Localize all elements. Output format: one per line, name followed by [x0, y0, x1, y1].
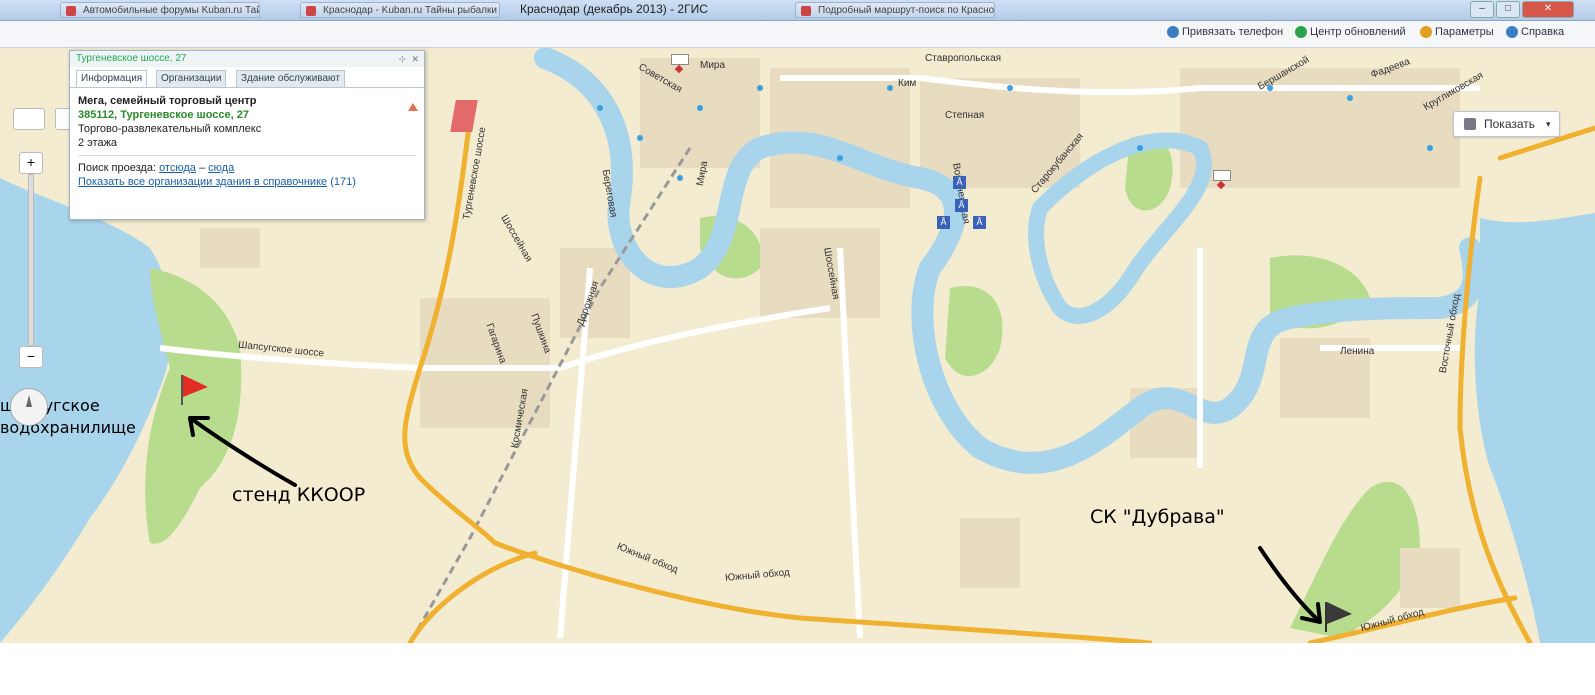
chevron-down-icon: ▾	[1546, 119, 1551, 129]
zoom-out-button[interactable]: −	[19, 346, 43, 368]
bus-stop-icon[interactable]	[671, 54, 689, 74]
landmark-icon[interactable]: Å	[973, 216, 986, 229]
tab-favicon	[66, 6, 76, 16]
help-button[interactable]: Справка	[1506, 26, 1564, 38]
stand-annotation: стенд ККООР	[232, 484, 366, 506]
compass-icon[interactable]	[10, 388, 48, 426]
zoom-slider[interactable]	[28, 174, 34, 346]
window-titlebar: Автомобильные форумы Kuban.ru Тайны Крас…	[0, 0, 1595, 21]
browser-tab-2[interactable]: Краснодар - Kuban.ru Тайны рыбалки	[300, 2, 500, 18]
place-address: 385112, Тургеневское шоссе, 27	[78, 109, 249, 121]
info-panel-header: Тургеневское шоссе, 27 ⊹ ✕	[70, 51, 424, 67]
route-to-link[interactable]: сюда	[208, 162, 234, 174]
all-orgs-link[interactable]: Показать все организации здания в справо…	[78, 176, 327, 188]
phone-icon	[1167, 26, 1179, 38]
tab-favicon	[801, 6, 811, 16]
zoom-in-button[interactable]: +	[19, 152, 43, 174]
bottom-blank	[0, 643, 1595, 695]
layers-icon	[1464, 118, 1476, 130]
show-dropdown-button[interactable]: Показать ▾	[1453, 111, 1560, 137]
app-toolbar: Привязать телефон Центр обновлений Парам…	[0, 21, 1595, 48]
place-type: Торгово-развлекательный комплекс	[78, 123, 262, 135]
route-from-link[interactable]: отсюда	[159, 162, 196, 174]
street-label: Ким	[898, 78, 917, 89]
street-label: Ставропольская	[925, 53, 1002, 64]
red-flag-icon[interactable]	[178, 373, 212, 407]
refresh-icon	[1295, 26, 1307, 38]
landmark-icon[interactable]: Å	[937, 216, 950, 229]
tab-organizations[interactable]: Организации	[156, 70, 227, 87]
all-orgs-count: (171)	[330, 176, 356, 188]
club-annotation: СК "Дубрава"	[1090, 506, 1225, 528]
info-panel-tabs: Информация Организации Здание обслуживаю…	[70, 67, 424, 88]
urban-block	[960, 518, 1020, 588]
close-icon[interactable]: ✕	[411, 51, 419, 67]
right-water	[1474, 213, 1595, 643]
settings-button[interactable]: Параметры	[1420, 26, 1494, 38]
help-icon	[1506, 26, 1518, 38]
route-row: Поиск проезда: отсюда – сюда	[78, 162, 235, 174]
urban-block	[200, 228, 260, 268]
black-flag-icon[interactable]	[1322, 600, 1356, 634]
park-area	[945, 286, 1003, 377]
gear-icon	[1420, 26, 1432, 38]
info-panel-body: Мега, семейный торговый центр 385112, Ту…	[70, 88, 424, 195]
urban-block	[760, 228, 880, 318]
bus-stop-icon[interactable]	[1213, 170, 1231, 190]
landmark-icon[interactable]: Å	[955, 199, 968, 212]
tab-information[interactable]: Информация	[76, 70, 148, 87]
landmark-icon[interactable]: Å	[953, 176, 966, 189]
link-phone-button[interactable]: Привязать телефон	[1167, 26, 1283, 38]
maximize-button[interactable]: □	[1496, 1, 1520, 18]
window-title: Краснодар (декабрь 2013) - 2ГИС	[520, 2, 708, 16]
info-panel: Тургеневское шоссе, 27 ⊹ ✕ Информация Ор…	[69, 50, 425, 220]
tab-favicon	[306, 6, 316, 16]
street-label: Мира	[700, 60, 726, 71]
place-title: Мега, семейный торговый центр	[78, 95, 257, 107]
pin-icon[interactable]: ⊹	[398, 51, 406, 67]
street-label: Степная	[945, 110, 985, 121]
minimize-button[interactable]: –	[1470, 1, 1494, 18]
street-label: Ленина	[1340, 346, 1375, 357]
divider	[78, 155, 416, 156]
layers-toggle[interactable]	[13, 108, 45, 130]
warning-icon[interactable]	[408, 103, 418, 111]
place-floors: 2 этажа	[78, 137, 118, 149]
close-button[interactable]: ✕	[1522, 1, 1574, 18]
update-center-button[interactable]: Центр обновлений	[1295, 26, 1406, 38]
browser-tab-1[interactable]: Автомобильные форумы Kuban.ru Тайны	[60, 2, 260, 18]
tab-building-services[interactable]: Здание обслуживают	[236, 70, 345, 87]
browser-tab-3[interactable]: Подробный маршрут-поиск по Краснодару	[795, 2, 995, 18]
urban-block	[1400, 548, 1460, 608]
